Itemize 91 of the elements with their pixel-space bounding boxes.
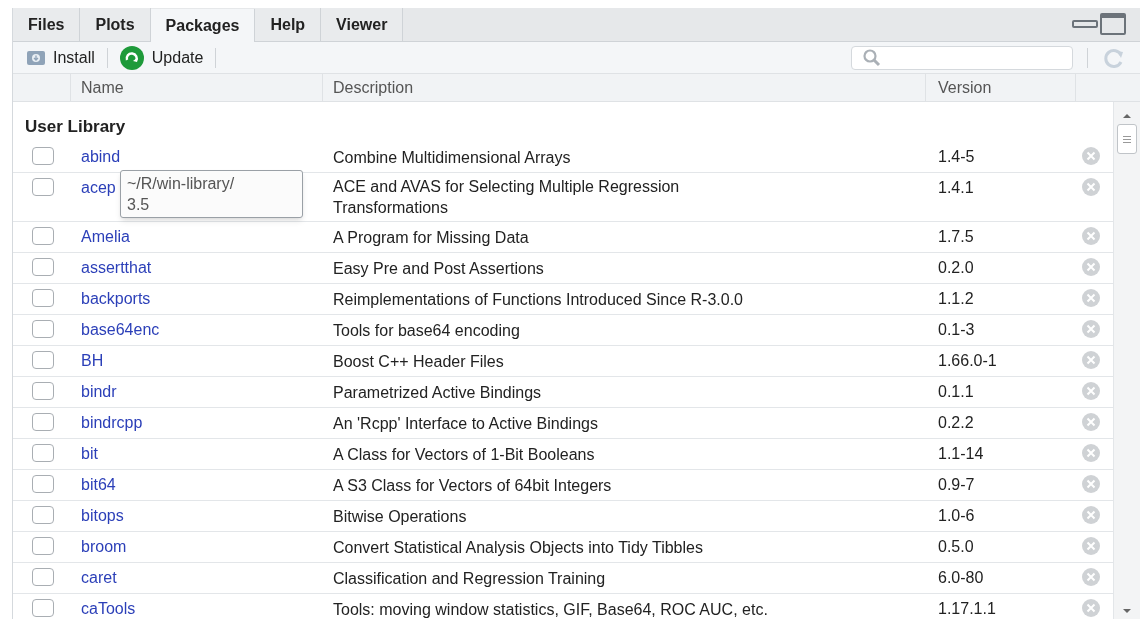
package-version: 6.0-80 bbox=[938, 569, 984, 586]
package-link[interactable]: BH bbox=[81, 352, 104, 369]
remove-icon[interactable] bbox=[1082, 178, 1100, 196]
package-link[interactable]: bindrcpp bbox=[81, 414, 143, 431]
package-version: 1.0-6 bbox=[938, 507, 975, 524]
toolbar-button[interactable]: Update bbox=[119, 45, 216, 70]
checkbox[interactable] bbox=[32, 537, 54, 555]
checkbox[interactable] bbox=[32, 568, 54, 586]
package-version: 0.1-3 bbox=[938, 321, 975, 338]
package-link[interactable]: assertthat bbox=[81, 259, 152, 276]
package-link[interactable]: backports bbox=[81, 290, 151, 307]
checkbox[interactable] bbox=[32, 475, 54, 493]
package-version: 0.2.2 bbox=[938, 414, 974, 431]
checkbox[interactable] bbox=[32, 506, 54, 524]
package-link[interactable]: abind bbox=[81, 148, 121, 165]
search-icon bbox=[862, 48, 882, 67]
remove-icon[interactable] bbox=[1082, 382, 1100, 400]
package-version: 1.1-14 bbox=[938, 445, 984, 462]
checkbox[interactable] bbox=[32, 178, 54, 196]
search-field[interactable] bbox=[851, 45, 1073, 70]
package-description: Parametrized Active Bindings bbox=[333, 382, 543, 403]
package-version: 0.9-7 bbox=[938, 476, 975, 493]
remove-icon[interactable] bbox=[1082, 444, 1100, 462]
remove-icon[interactable] bbox=[1082, 351, 1100, 369]
package-description: Classification and Regression Training bbox=[333, 568, 607, 589]
toolbar-button[interactable]: Install bbox=[27, 45, 107, 70]
maximize-icon[interactable] bbox=[1100, 13, 1126, 35]
remove-icon[interactable] bbox=[1082, 289, 1100, 307]
package-description: ACE and AVAS for Selecting Multiple Regression Transformations bbox=[333, 177, 681, 218]
checkbox[interactable] bbox=[32, 444, 54, 462]
checkbox[interactable] bbox=[32, 382, 54, 400]
package-link[interactable]: bitops bbox=[81, 507, 124, 524]
remove-icon[interactable] bbox=[1082, 537, 1100, 555]
remove-icon[interactable] bbox=[1082, 506, 1100, 524]
remove-icon[interactable] bbox=[1082, 227, 1100, 245]
column-header[interactable]: Name bbox=[71, 74, 323, 101]
package-version: 1.7.5 bbox=[938, 228, 974, 245]
checkbox[interactable] bbox=[32, 289, 54, 307]
package-version: 1.66.0-1 bbox=[938, 352, 997, 369]
install-icon bbox=[27, 49, 45, 66]
column-header[interactable]: Version bbox=[926, 74, 1076, 101]
package-description: A Program for Missing Data bbox=[333, 227, 530, 248]
column-header[interactable]: Description bbox=[323, 74, 926, 101]
checkbox[interactable] bbox=[32, 258, 54, 276]
package-link[interactable]: acep bbox=[81, 179, 116, 196]
package-description: A Class for Vectors of 1-Bit Booleans bbox=[333, 444, 596, 465]
package-description: Reimplementations of Functions Introduced Since R-3.0.0 bbox=[333, 289, 744, 310]
package-link[interactable]: caTools bbox=[81, 600, 136, 617]
package-description: Easy Pre and Post Assertions bbox=[333, 258, 545, 279]
package-version: 1.1.2 bbox=[938, 290, 974, 307]
package-description: Boost C++ Header Files bbox=[333, 351, 505, 372]
package-version: 1.17.1.1 bbox=[938, 600, 996, 617]
checkbox[interactable] bbox=[32, 147, 54, 165]
package-link[interactable]: broom bbox=[81, 538, 127, 555]
remove-icon[interactable] bbox=[1082, 320, 1100, 338]
minimize-icon[interactable] bbox=[1072, 19, 1098, 29]
package-description: Bitwise Operations bbox=[333, 506, 468, 527]
remove-icon[interactable] bbox=[1082, 147, 1100, 165]
package-description: A S3 Class for Vectors of 64bit Integers bbox=[333, 475, 613, 496]
remove-icon[interactable] bbox=[1082, 258, 1100, 276]
checkbox[interactable] bbox=[32, 599, 54, 617]
package-description: Convert Statistical Analysis Objects into Tidy Tibbles bbox=[333, 537, 704, 558]
package-link[interactable]: Amelia bbox=[81, 228, 130, 245]
package-link[interactable]: base64enc bbox=[81, 321, 160, 338]
section-heading: User Library bbox=[25, 116, 126, 138]
package-version: 0.1.1 bbox=[938, 383, 974, 400]
package-version: 1.4-5 bbox=[938, 148, 975, 165]
checkbox[interactable] bbox=[32, 413, 54, 431]
checkbox[interactable] bbox=[32, 227, 54, 245]
package-link[interactable]: bit bbox=[81, 445, 98, 462]
tab[interactable]: Packages bbox=[150, 9, 256, 42]
checkbox[interactable] bbox=[32, 320, 54, 338]
scroll-thumb[interactable] bbox=[1117, 124, 1137, 154]
remove-icon[interactable] bbox=[1082, 413, 1100, 431]
package-description: Tools for base64 encoding bbox=[333, 320, 521, 341]
package-version: 0.5.0 bbox=[938, 538, 974, 555]
package-description: Combine Multidimensional Arrays bbox=[333, 147, 572, 168]
tooltip: ~/R/win-library/ 3.5 bbox=[120, 170, 303, 218]
scrollbar[interactable] bbox=[1113, 102, 1140, 619]
remove-icon[interactable] bbox=[1082, 475, 1100, 493]
package-description: Tools: moving window statistics, GIF, Base64, ROC AUC, etc. bbox=[333, 599, 769, 619]
package-version: 0.2.0 bbox=[938, 259, 974, 276]
package-link[interactable]: bit64 bbox=[81, 476, 116, 493]
package-version: 1.4.1 bbox=[938, 179, 974, 196]
package-link[interactable]: caret bbox=[81, 569, 117, 586]
remove-icon[interactable] bbox=[1082, 599, 1100, 617]
remove-icon[interactable] bbox=[1082, 568, 1100, 586]
package-link[interactable]: bindr bbox=[81, 383, 117, 400]
checkbox[interactable] bbox=[32, 351, 54, 369]
refresh-icon bbox=[119, 45, 144, 70]
package-description: An 'Rcpp' Interface to Active Bindings bbox=[333, 413, 599, 434]
